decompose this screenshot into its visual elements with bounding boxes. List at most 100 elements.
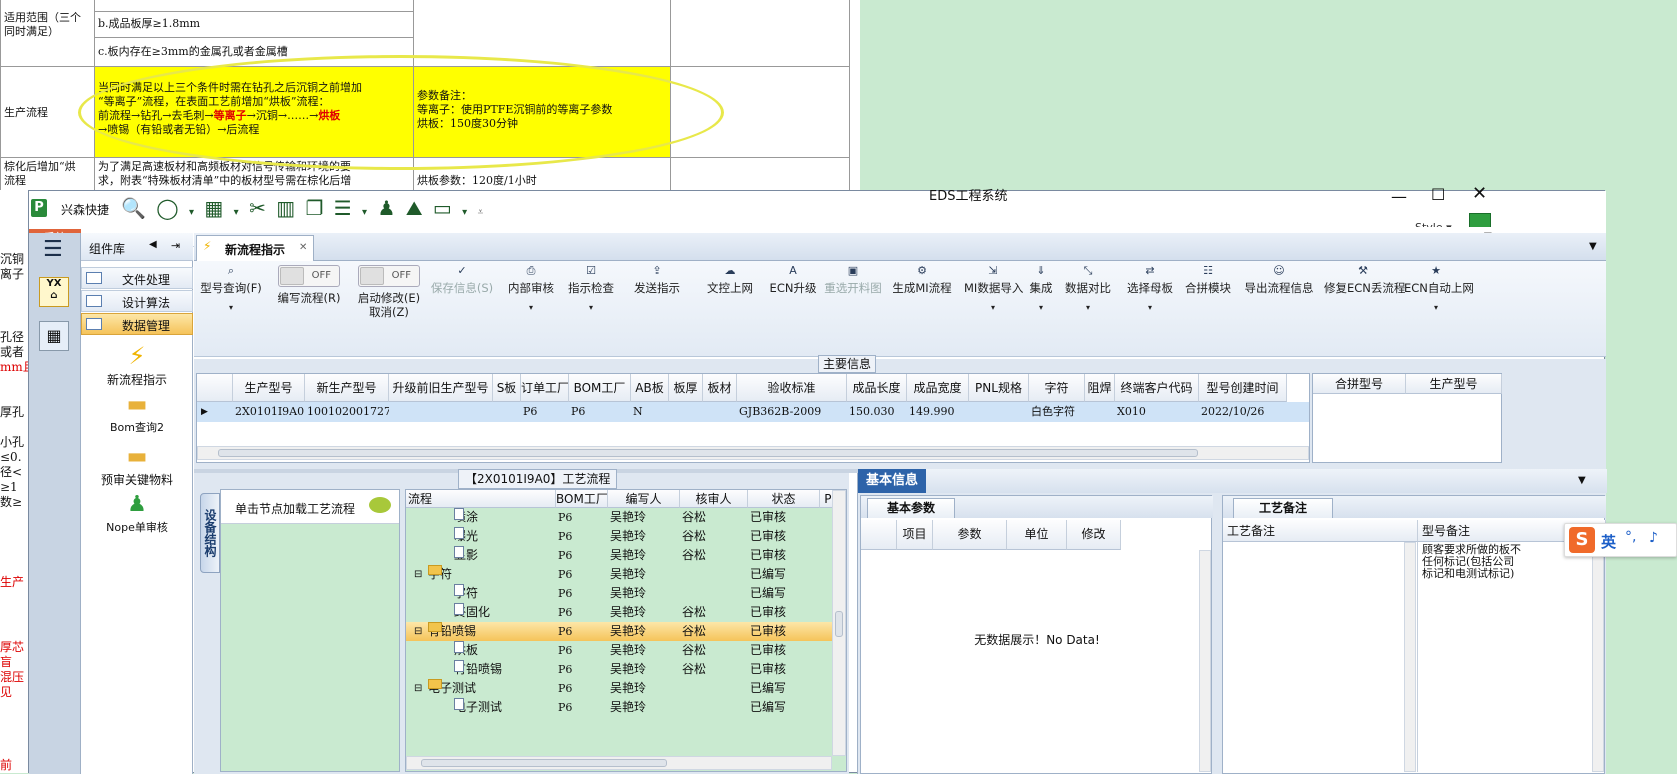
tree-row[interactable]: 字符 P6 吴艳玲 已编写 bbox=[406, 584, 846, 603]
globe-icon[interactable]: ◯ bbox=[156, 196, 180, 220]
cancel-label[interactable]: 取消(Z) bbox=[352, 305, 426, 319]
column-header[interactable]: 新生产型号 bbox=[305, 374, 389, 402]
expand-collapse-icon[interactable]: ⊟ bbox=[414, 565, 422, 584]
tool-key-material[interactable]: ▬ 预审关键物料 bbox=[81, 443, 193, 488]
monitor-icon[interactable]: ▭ bbox=[433, 196, 454, 220]
chevron-down-icon[interactable]: ▾ bbox=[194, 301, 268, 315]
vertical-scrollbar[interactable] bbox=[1404, 542, 1416, 772]
tree-node[interactable]: 终固化 bbox=[454, 603, 490, 622]
tree-node[interactable]: 电子测试 bbox=[428, 679, 476, 698]
table-cell[interactable]: P6 bbox=[523, 402, 569, 422]
vertical-scrollbar[interactable] bbox=[1199, 550, 1211, 772]
expand-collapse-icon[interactable]: ⊟ bbox=[414, 679, 422, 698]
table-cell[interactable]: 150.030 bbox=[849, 402, 907, 422]
tree-row[interactable]: 烘板 P6 吴艳玲 谷松 已审核 bbox=[406, 641, 846, 660]
tree-node[interactable]: 字符 bbox=[428, 565, 452, 584]
tree-row[interactable]: 有铅喷锡 P6 吴艳玲 谷松 已审核 bbox=[406, 660, 846, 679]
ribbon-button[interactable]: ☑ 指示检查 ▾ bbox=[562, 265, 620, 315]
ribbon-button[interactable]: ⤡ 数据对比 ▾ bbox=[1062, 265, 1114, 315]
column-header[interactable]: BOM工厂 bbox=[556, 490, 608, 508]
column-header[interactable]: 成品长度 bbox=[847, 374, 907, 402]
chevron-down-icon[interactable]: ▾ bbox=[1120, 301, 1180, 315]
vertical-scrollbar[interactable] bbox=[1592, 542, 1604, 772]
hamburger-menu-icon[interactable]: ☰ bbox=[43, 237, 63, 262]
chevron-down-icon[interactable]: ▾ bbox=[502, 301, 560, 315]
tab-basic-info[interactable]: 基本信息 bbox=[858, 469, 927, 493]
chart-icon[interactable]: ⛰ bbox=[406, 196, 425, 220]
tree-row[interactable]: ⊟ 字符 P6 吴艳玲 已编写 bbox=[406, 565, 846, 584]
ribbon-button[interactable]: ⇓ 集成 ▾ bbox=[1024, 265, 1058, 315]
tree-row[interactable]: 喷涂 P6 吴艳玲 谷松 已审核 bbox=[406, 508, 846, 527]
copy-icon[interactable]: ❐ bbox=[305, 196, 325, 220]
chevron-down-icon[interactable]: ▾ bbox=[1404, 301, 1468, 315]
ribbon-button[interactable]: ⇪ 发送指示 bbox=[622, 265, 692, 296]
tree-row[interactable]: 曝光 P6 吴艳玲 谷松 已审核 bbox=[406, 527, 846, 546]
collapse-left-icon[interactable]: ◀ bbox=[149, 239, 157, 250]
tab-craft-notes[interactable]: 工艺备注 bbox=[1233, 498, 1333, 518]
tree-node[interactable]: 曝光 bbox=[454, 527, 478, 546]
film-icon[interactable]: ▥ bbox=[276, 196, 297, 220]
microphone-icon[interactable]: ♪ bbox=[1649, 530, 1658, 546]
ribbon-button[interactable]: ⚙ 生成MI流程 bbox=[886, 265, 958, 296]
ribbon-button[interactable]: ⌕ 型号查询(F) ▾ bbox=[194, 265, 268, 315]
side-tab-equipment[interactable]: 设备结构 bbox=[200, 493, 220, 573]
ribbon-button[interactable]: OFF 启动修改(E) 取消(Z) bbox=[352, 265, 426, 319]
column-header[interactable]: 核审人 bbox=[680, 490, 748, 508]
tree-node[interactable]: 字符 bbox=[454, 584, 478, 603]
ime-toolbar[interactable]: S 英 °, ♪ bbox=[1564, 523, 1677, 557]
ribbon-button[interactable]: ★ ECN自动上网 ▾ bbox=[1404, 265, 1474, 315]
table-cell[interactable]: N bbox=[633, 402, 669, 422]
search-icon[interactable]: 🔍 bbox=[121, 196, 148, 220]
column-header[interactable]: 合拼型号 bbox=[1313, 374, 1406, 394]
column-header[interactable]: 成品宽度 bbox=[907, 374, 969, 402]
ribbon-button[interactable]: ☁ 文控上网 bbox=[696, 265, 764, 296]
column-header[interactable]: 修改 bbox=[1067, 520, 1121, 550]
toggle-switch[interactable]: OFF bbox=[358, 265, 420, 287]
column-header[interactable]: S板 bbox=[493, 374, 521, 402]
column-header[interactable]: 单位 bbox=[1007, 520, 1067, 550]
chevron-down-icon[interactable]: ▾ bbox=[562, 301, 620, 315]
column-header[interactable]: 阻焊 bbox=[1085, 374, 1115, 402]
chevron-down-icon[interactable]: ▾ bbox=[234, 207, 241, 218]
table-icon[interactable]: ▦ bbox=[204, 196, 225, 220]
column-header[interactable]: PNL规格 bbox=[969, 374, 1029, 402]
vertical-scrollbar[interactable] bbox=[832, 490, 846, 756]
tree-node[interactable]: 显影 bbox=[454, 546, 478, 565]
column-header[interactable]: 参数 bbox=[933, 520, 1007, 550]
ribbon-button[interactable]: ☷ 合拼模块 bbox=[1184, 265, 1232, 296]
ribbon-button[interactable]: ⚒ 修复ECN丢流程 bbox=[1324, 265, 1405, 296]
scrollbar-thumb[interactable] bbox=[218, 449, 1198, 457]
tool-nope-review[interactable]: ♟ Nope单审核 bbox=[81, 491, 193, 535]
chevron-down-icon[interactable]: ▾ bbox=[1024, 301, 1058, 315]
column-header[interactable]: 板材 bbox=[703, 374, 737, 402]
load-process-hint[interactable]: 单击节点加载工艺流程 bbox=[221, 490, 399, 524]
minimize-button[interactable]: — bbox=[1391, 187, 1407, 206]
ribbon-button[interactable]: A ECN升级 bbox=[768, 265, 818, 296]
table-cell[interactable]: 10010200172786 bbox=[307, 402, 389, 422]
tree-node[interactable]: 有铅喷锡 bbox=[428, 622, 476, 641]
tool-bom-query[interactable]: ▬ Bom查询2 bbox=[81, 391, 193, 435]
column-header[interactable]: 状态 bbox=[748, 490, 820, 508]
column-header[interactable]: BOM工厂 bbox=[569, 374, 631, 402]
column-header[interactable]: 型号创建时间 bbox=[1199, 374, 1287, 402]
yx-factory-icon[interactable]: YX ⌂ bbox=[39, 277, 69, 307]
ime-punctuation[interactable]: °, bbox=[1625, 529, 1636, 545]
close-tab-icon[interactable]: ✕ bbox=[299, 242, 307, 253]
horizontal-scrollbar[interactable] bbox=[406, 756, 832, 770]
chevron-down-icon[interactable]: ▾ bbox=[462, 207, 469, 218]
chevron-down-icon[interactable]: ▾ bbox=[362, 207, 369, 218]
nav-item-data-management[interactable]: 数据管理 bbox=[81, 313, 193, 335]
tree-node[interactable]: 烘板 bbox=[454, 641, 478, 660]
tree-row[interactable]: 电子测试 P6 吴艳玲 已编写 bbox=[406, 698, 846, 717]
horizontal-scrollbar[interactable] bbox=[197, 446, 1309, 460]
table-cell[interactable]: 2022/10/26 bbox=[1201, 402, 1287, 422]
craft-note-textarea[interactable] bbox=[1223, 542, 1418, 772]
column-header[interactable]: 生产型号 bbox=[233, 374, 305, 402]
user-icon[interactable]: ♟ bbox=[377, 196, 397, 220]
tab-basic-params[interactable]: 基本参数 bbox=[867, 498, 955, 518]
tree-row[interactable]: 显影 P6 吴艳玲 谷松 已审核 bbox=[406, 546, 846, 565]
scrollbar-thumb[interactable] bbox=[835, 611, 843, 637]
column-header[interactable]: 字符 bbox=[1029, 374, 1085, 402]
expand-collapse-icon[interactable]: ⊟ bbox=[414, 622, 422, 641]
maximize-button[interactable]: ☐ bbox=[1431, 185, 1445, 204]
